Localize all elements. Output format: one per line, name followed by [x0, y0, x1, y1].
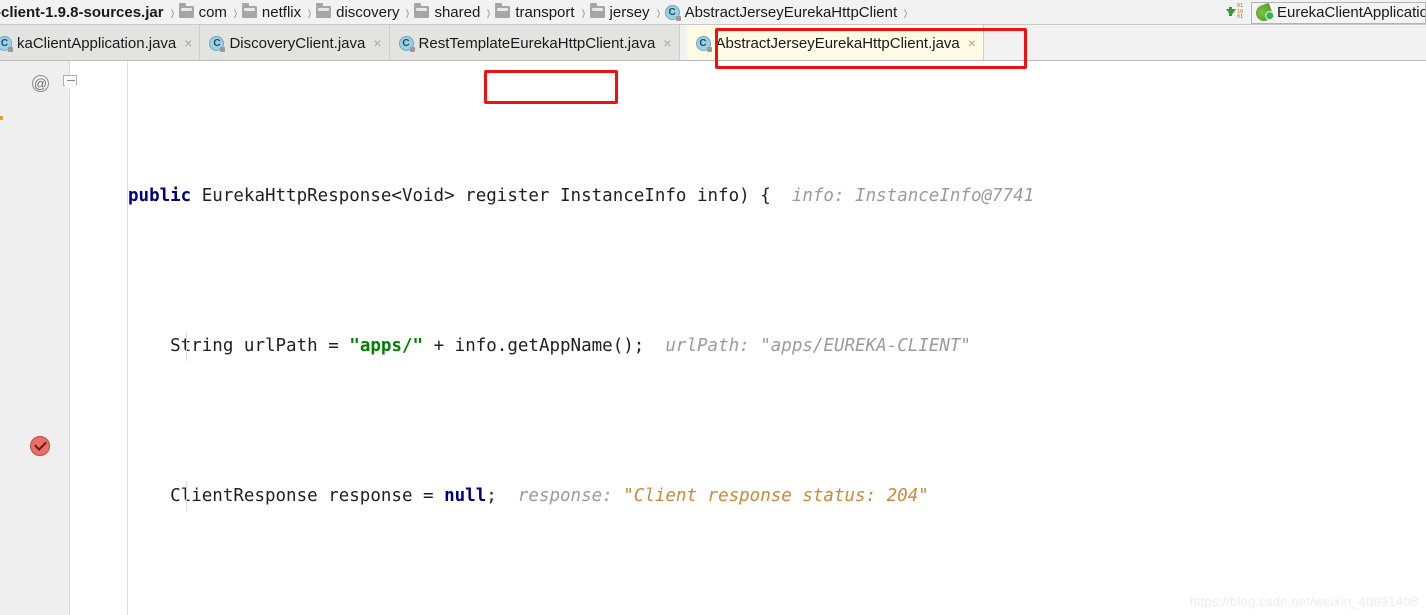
inline-hint-value: InstanceInfo@7741 [855, 186, 1035, 206]
breadcrumb-label: AbstractJerseyEurekaHttpClient [684, 3, 898, 21]
folder-icon [178, 3, 194, 18]
download-arrow-icon [1225, 7, 1236, 16]
folder-icon [589, 3, 605, 18]
breadcrumb-label: netflix [261, 3, 302, 21]
keyword-public: public [128, 186, 192, 206]
breadcrumb-separator: › [903, 0, 908, 25]
tab-close-icon[interactable]: × [184, 36, 192, 50]
tab-discovery-client[interactable]: C DiscoveryClient.java × [200, 25, 390, 60]
folder-icon [241, 3, 257, 18]
code-text: ClientResponse response = [170, 486, 445, 506]
toolbar-right: 01 10 01 EurekaClientApplication [1222, 0, 1426, 25]
tab-close-icon[interactable]: × [373, 36, 381, 50]
breadcrumb: -client-1.9.8-sources.jar › com › netfli… [0, 0, 1426, 25]
folder-icon [414, 3, 430, 18]
editor-tab-bar: C kaClientApplication.java × C Discovery… [0, 25, 1426, 61]
lock-icon [220, 46, 226, 52]
tab-abstract-jersey-eureka-http-client[interactable]: C AbstractJerseyEurekaHttpClient.java × [686, 25, 984, 60]
breadcrumb-separator: › [170, 0, 174, 25]
lock-icon [706, 46, 712, 52]
folder-icon [316, 3, 332, 18]
lock-icon [409, 46, 415, 52]
string-literal: "apps/" [349, 336, 424, 356]
code-line: ClientResponse response = null; response… [0, 481, 1426, 511]
breadcrumb-label: transport [515, 3, 575, 21]
lock-icon [675, 15, 681, 21]
breadcrumb-jar-label: -client-1.9.8-sources.jar [0, 3, 164, 21]
inline-hint-value: "apps/EUREKA-CLIENT" [760, 336, 971, 356]
breadcrumb-label: com [198, 3, 227, 21]
breadcrumb-label: shared [434, 3, 481, 21]
breadcrumb-separator: › [307, 0, 312, 25]
lock-icon [8, 46, 13, 52]
breadcrumb-item-discovery[interactable]: discovery [314, 0, 403, 24]
generic-close: > [444, 186, 455, 206]
breadcrumb-separator: › [581, 0, 585, 25]
method-name: register [454, 186, 550, 206]
tab-rest-template-eureka-http-client[interactable]: C RestTemplateEurekaHttpClient.java × [389, 25, 680, 60]
inline-hint-label: response: [517, 486, 613, 506]
code-content[interactable]: public EurekaHttpResponse<Void> register… [0, 61, 1426, 615]
code-text: String urlPath = [170, 336, 350, 356]
breadcrumb-separator: › [656, 0, 660, 25]
breadcrumb-item-class[interactable]: C AbstractJerseyEurekaHttpClient [663, 0, 902, 24]
breadcrumb-separator: › [406, 0, 410, 25]
inline-hint-label: info: [791, 186, 845, 206]
code-editor[interactable]: @ public EurekaHttpResponse<Void> regist… [0, 61, 1426, 615]
class-icon: C [398, 35, 415, 52]
code-line: String urlPath = "apps/" + info.getAppNa… [0, 331, 1426, 361]
tab-close-icon[interactable]: × [663, 36, 671, 50]
breadcrumb-item-netflix[interactable]: netflix [240, 0, 305, 24]
breadcrumb-item-jar[interactable]: -client-1.9.8-sources.jar [0, 0, 168, 24]
code-text: + info.getAppName(); [423, 336, 645, 356]
keyword-null: null [444, 486, 487, 506]
return-type: EurekaHttpResponse<Void [201, 186, 445, 206]
breadcrumb-item-jersey[interactable]: jersey [588, 0, 654, 24]
breadcrumb-label: jersey [609, 3, 650, 21]
breadcrumb-item-com[interactable]: com [177, 0, 231, 24]
tab-label: AbstractJerseyEurekaHttpClient.java [715, 34, 960, 52]
tab-label: DiscoveryClient.java [229, 34, 366, 52]
run-configuration-selector[interactable]: EurekaClientApplication [1251, 1, 1426, 24]
spring-boot-icon [1253, 2, 1275, 23]
breadcrumb-item-shared[interactable]: shared [412, 0, 484, 24]
tab-label: RestTemplateEurekaHttpClient.java [418, 34, 656, 52]
folder-icon [495, 3, 511, 18]
breadcrumb-item-transport[interactable]: transport [493, 0, 578, 24]
tab-eureka-client-application[interactable]: C kaClientApplication.java × [0, 25, 201, 60]
class-icon: C [0, 35, 13, 52]
ide-window: -client-1.9.8-sources.jar › com › netfli… [0, 0, 1426, 615]
watermark: https://blog.csdn.net/weixin_40991408 [1189, 594, 1418, 609]
breadcrumb-separator: › [487, 0, 491, 25]
binary-bits: 01 10 01 [1237, 4, 1243, 21]
tab-label: kaClientApplication.java [17, 34, 177, 52]
download-sources-icon[interactable]: 01 10 01 [1222, 4, 1247, 21]
class-icon: C [695, 35, 712, 52]
inline-hint-value: "Client response status: 204" [623, 486, 929, 506]
breadcrumb-label: discovery [336, 3, 400, 21]
inline-hint-label: urlPath: [665, 336, 750, 356]
code-line: public EurekaHttpResponse<Void> register… [0, 181, 1426, 211]
breadcrumb-separator: › [233, 0, 238, 25]
bit-row: 01 [1236, 14, 1243, 21]
code-text: ; [486, 486, 497, 506]
class-icon: C [664, 4, 681, 21]
method-params: InstanceInfo info) { [560, 186, 771, 206]
tab-close-icon[interactable]: × [968, 36, 976, 50]
run-configuration-label: EurekaClientApplication [1277, 4, 1426, 21]
class-icon: C [209, 35, 226, 52]
